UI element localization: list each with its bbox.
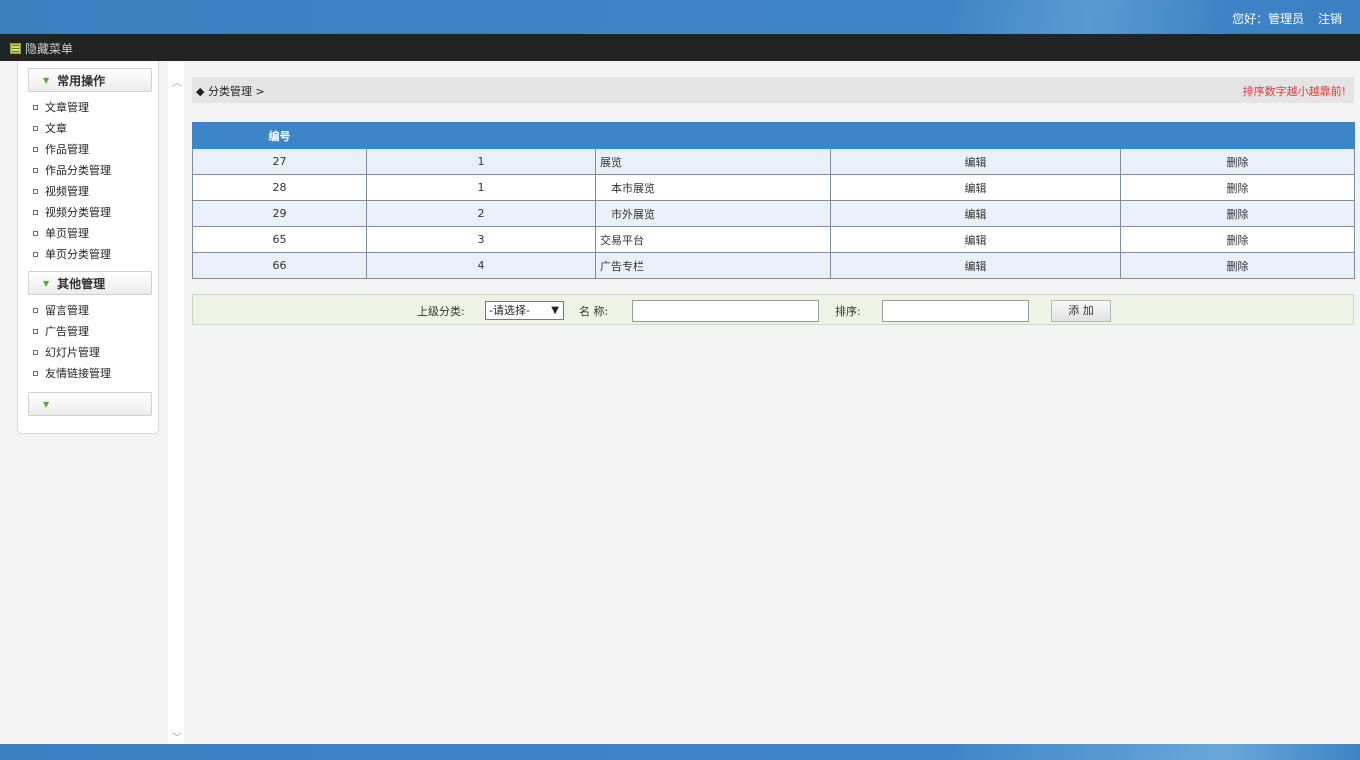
cell-name: 本市展览 — [595, 174, 831, 201]
bullet-icon — [33, 168, 38, 173]
cell-id: 28 — [192, 174, 367, 201]
add-button[interactable]: 添 加 — [1051, 300, 1111, 322]
name-label: 名 称: — [579, 305, 609, 318]
edit-link[interactable]: 编辑 — [830, 148, 1121, 175]
sidebar-item-page-manage[interactable]: 单页管理 — [33, 223, 158, 244]
cell-id: 66 — [192, 252, 367, 279]
cell-name: 展览 — [595, 148, 831, 175]
bullet-icon — [33, 231, 38, 236]
chevron-down-icon: ▼ — [551, 305, 559, 316]
sidebar-item-links[interactable]: 友情链接管理 — [33, 363, 158, 384]
bullet-icon — [33, 210, 38, 215]
sidebar-item-article-manage[interactable]: 文章管理 — [33, 97, 158, 118]
sidebar-item-video-manage[interactable]: 视频管理 — [33, 181, 158, 202]
bullet-icon — [33, 371, 38, 376]
sidebar-list-other: 留言管理 广告管理 幻灯片管理 友情链接管理 — [33, 300, 158, 384]
add-category-form: 上级分类: -请选择- ▼ 名 称: 排序: 添 加 — [192, 294, 1354, 325]
bullet-icon — [33, 189, 38, 194]
cell-sort: 4 — [366, 252, 596, 279]
table-row: 27 1 展览 编辑 删除 — [192, 148, 1355, 175]
hide-menu-label: 隐藏菜单 — [25, 42, 74, 56]
cell-id: 27 — [192, 148, 367, 175]
table-row: 28 1 本市展览 编辑 删除 — [192, 174, 1355, 201]
cell-id: 29 — [192, 200, 367, 227]
sort-label: 排序: — [835, 305, 861, 318]
sidebar-group-title: 其他管理 — [57, 276, 106, 291]
delete-link[interactable]: 删除 — [1120, 226, 1355, 253]
bullet-icon — [33, 350, 38, 355]
cell-name: 广告专栏 — [595, 252, 831, 279]
footer-bar — [0, 744, 1360, 760]
bullet-icon — [33, 105, 38, 110]
edit-link[interactable]: 编辑 — [830, 252, 1121, 279]
delete-link[interactable]: 删除 — [1120, 200, 1355, 227]
sidebar-splitter[interactable]: ︿ ﹀ — [168, 62, 184, 744]
table-row: 66 4 广告专栏 编辑 删除 — [192, 252, 1355, 279]
column-header-delete — [1120, 122, 1355, 149]
cell-name: 市外展览 — [595, 200, 831, 227]
greeting-text: 您好：管理员 — [1232, 12, 1305, 26]
parent-category-selected: -请选择- — [489, 304, 530, 317]
edit-link[interactable]: 编辑 — [830, 200, 1121, 227]
sidebar-item-works-manage[interactable]: 作品管理 — [33, 139, 158, 160]
category-table: 编号 27 1 展览 编辑 删除 28 1 本市展览 编辑 删除 29 2 市外… — [192, 122, 1355, 279]
cell-sort: 3 — [366, 226, 596, 253]
sidebar-item-slideshow[interactable]: 幻灯片管理 — [33, 342, 158, 363]
breadcrumb: ◆ 分类管理 > 排序数字越小越靠前! — [192, 77, 1354, 103]
name-input[interactable] — [632, 300, 819, 322]
bullet-icon — [33, 252, 38, 257]
sidebar-list-common: 文章管理 文章 作品管理 作品分类管理 视频管理 视频分类管理 单页管理 单页分… — [33, 97, 158, 265]
chevron-down-icon: ▼ — [43, 278, 50, 288]
table-row: 29 2 市外展览 编辑 删除 — [192, 200, 1355, 227]
sidebar-item-video-category[interactable]: 视频分类管理 — [33, 202, 158, 223]
column-header-id: 编号 — [192, 122, 367, 149]
sort-hint: 排序数字越小越靠前! — [1242, 85, 1346, 98]
sidebar-item-message[interactable]: 留言管理 — [33, 300, 158, 321]
sidebar-group-title: 常用操作 — [57, 73, 106, 88]
edit-link[interactable]: 编辑 — [830, 174, 1121, 201]
sidebar-item-works-category[interactable]: 作品分类管理 — [33, 160, 158, 181]
cell-sort: 1 — [366, 174, 596, 201]
sidebar-group-other[interactable]: ▼ 其他管理 — [28, 271, 152, 295]
scroll-down-icon[interactable]: ﹀ — [172, 729, 182, 744]
logout-link[interactable]: 注销 — [1318, 12, 1342, 26]
edit-link[interactable]: 编辑 — [830, 226, 1121, 253]
top-banner: 您好：管理员 注销 — [0, 0, 1360, 34]
column-header-edit — [830, 122, 1121, 149]
parent-category-select[interactable]: -请选择- ▼ — [485, 301, 564, 320]
sidebar: ▼ 常用操作 文章管理 文章 作品管理 作品分类管理 视频管理 视频分类管理 单… — [17, 62, 159, 434]
scroll-up-icon[interactable]: ︿ — [172, 74, 182, 89]
column-header-name — [595, 122, 831, 149]
sidebar-group-third[interactable]: ▼ — [28, 392, 152, 416]
breadcrumb-path: ◆ 分类管理 > — [196, 85, 265, 98]
parent-category-label: 上级分类: — [417, 305, 465, 318]
delete-link[interactable]: 删除 — [1120, 252, 1355, 279]
column-header-sort — [366, 122, 596, 149]
sidebar-item-page-category[interactable]: 单页分类管理 — [33, 244, 158, 265]
bullet-icon — [33, 329, 38, 334]
cell-sort: 2 — [366, 200, 596, 227]
delete-link[interactable]: 删除 — [1120, 148, 1355, 175]
sidebar-group-common[interactable]: ▼ 常用操作 — [28, 68, 152, 92]
table-row: 65 3 交易平台 编辑 删除 — [192, 226, 1355, 253]
cell-name: 交易平台 — [595, 226, 831, 253]
bullet-icon — [33, 126, 38, 131]
menu-grid-icon — [10, 43, 21, 54]
delete-link[interactable]: 删除 — [1120, 174, 1355, 201]
hide-menu-button[interactable]: 隐藏菜单 — [10, 40, 73, 57]
sort-input[interactable] — [882, 300, 1029, 322]
bullet-icon — [33, 308, 38, 313]
chevron-down-icon: ▼ — [43, 75, 50, 85]
cell-sort: 1 — [366, 148, 596, 175]
bullet-icon — [33, 147, 38, 152]
welcome-area: 您好：管理员 注销 — [1222, 10, 1342, 27]
cell-id: 65 — [192, 226, 367, 253]
sidebar-item-article[interactable]: 文章 — [33, 118, 158, 139]
sidebar-item-ads[interactable]: 广告管理 — [33, 321, 158, 342]
table-header-row: 编号 — [192, 122, 1355, 149]
menu-bar: 隐藏菜单 — [0, 34, 1360, 61]
chevron-down-icon: ▼ — [43, 399, 50, 409]
